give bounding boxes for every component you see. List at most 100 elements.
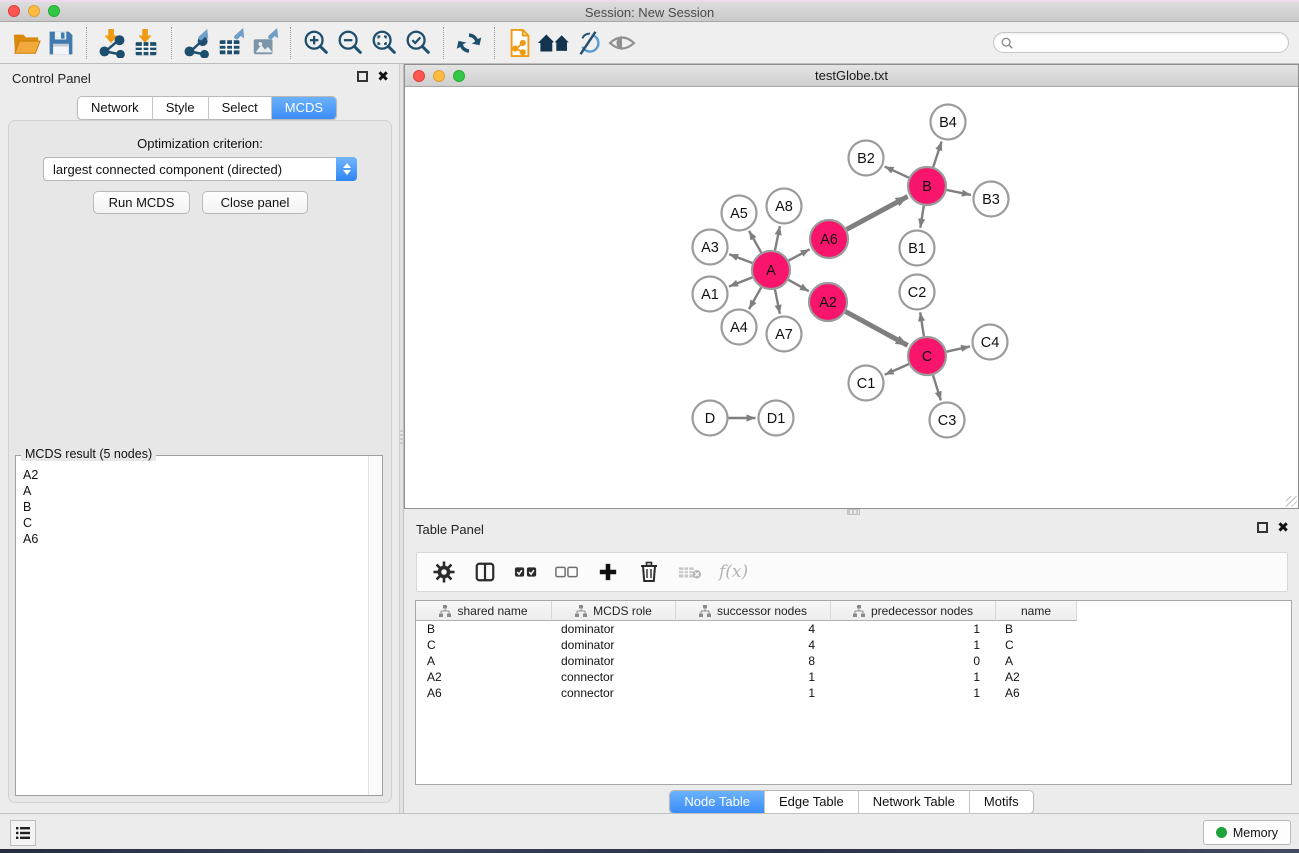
close-panel-button[interactable]: Close panel — [202, 191, 308, 214]
network-canvas[interactable]: B4 B2 B B3 A5 A8A6 A3 B1 A A1 C2 A2 A4 A7 C4 C C1 D D1 C3 — [405, 88, 1298, 508]
list-item[interactable]: C — [16, 515, 368, 531]
network-from-file-button[interactable] — [503, 26, 537, 60]
function-builder-button[interactable]: f(x) — [719, 562, 748, 582]
tab-motifs[interactable]: Motifs — [970, 791, 1033, 813]
column-header-name[interactable]: name — [996, 601, 1077, 621]
graph-edge-A2-C[interactable] — [846, 312, 908, 346]
show-hide-eye-button[interactable] — [605, 26, 639, 60]
graph-edge-A-A6[interactable] — [789, 249, 810, 260]
run-mcds-button[interactable]: Run MCDS — [93, 191, 190, 214]
select-all-button[interactable] — [514, 560, 538, 584]
column-header-predecessor-nodes[interactable]: predecessor nodes — [831, 601, 996, 621]
network-graph[interactable]: B4 B2 B B3 A5 A8A6 A3 B1 A A1 C2 A2 A4 A7 C4 C C1 D D1 C3 — [405, 88, 1298, 509]
search-field[interactable] — [993, 32, 1289, 53]
graph-edge-A-A1[interactable] — [729, 277, 752, 286]
column-header-successor-nodes[interactable]: successor nodes — [676, 601, 831, 621]
graph-node-B1[interactable]: B1 — [900, 231, 935, 266]
column-header-shared-name[interactable]: shared name — [416, 601, 552, 621]
deselect-all-button[interactable] — [555, 560, 579, 584]
mcds-result-list[interactable]: A2ABCA6 — [16, 461, 368, 795]
delete-column-button[interactable] — [637, 560, 661, 584]
window-resize-grip[interactable] — [1286, 496, 1297, 507]
float-panel-icon[interactable] — [1257, 522, 1268, 533]
graph-node-A6[interactable]: A6 — [810, 220, 848, 258]
tab-select[interactable]: Select — [209, 97, 272, 119]
zoom-in-button[interactable] — [299, 26, 333, 60]
table-row[interactable]: Cdominator41C — [416, 637, 1291, 653]
graph-node-B4[interactable]: B4 — [931, 105, 966, 140]
tab-style[interactable]: Style — [153, 97, 209, 119]
list-item[interactable]: A2 — [16, 467, 368, 483]
save-session-button[interactable] — [44, 26, 78, 60]
graph-edge-B-B4[interactable] — [933, 141, 941, 167]
graph-edge-A6-B[interactable] — [847, 196, 908, 229]
graph-edge-C-C4[interactable] — [947, 346, 970, 351]
graph-node-A2[interactable]: A2 — [809, 283, 847, 321]
graph-edge-C-C1[interactable] — [885, 364, 909, 375]
graph-node-A[interactable]: A — [752, 251, 790, 289]
graph-node-C4[interactable]: C4 — [973, 325, 1008, 360]
graph-node-A3[interactable]: A3 — [693, 230, 728, 265]
graph-edge-B-B2[interactable] — [885, 167, 909, 178]
column-header-MCDS-role[interactable]: MCDS role — [552, 601, 676, 621]
import-table-button[interactable] — [129, 26, 163, 60]
task-history-button[interactable] — [10, 820, 36, 846]
tab-network[interactable]: Network — [78, 97, 153, 119]
export-network-button[interactable] — [180, 26, 214, 60]
add-column-button[interactable] — [596, 560, 620, 584]
list-item[interactable]: A — [16, 483, 368, 499]
criterion-dropdown[interactable]: largest connected component (directed) — [43, 157, 357, 181]
graph-node-A7[interactable]: A7 — [767, 317, 802, 352]
graph-edge-B-B3[interactable] — [947, 190, 971, 195]
home-button[interactable] — [537, 26, 571, 60]
tab-edge-table[interactable]: Edge Table — [765, 791, 859, 813]
tab-mcds[interactable]: MCDS — [272, 97, 336, 119]
zoom-out-button[interactable] — [333, 26, 367, 60]
graph-edge-B-B1[interactable] — [920, 206, 924, 228]
graph-edge-A-A5[interactable] — [749, 231, 761, 253]
apply-preferred-layout-button[interactable] — [452, 26, 486, 60]
tab-node-table[interactable]: Node Table — [670, 791, 765, 813]
graph-edge-A-A4[interactable] — [749, 287, 761, 309]
zoom-fit-button[interactable] — [367, 26, 401, 60]
graph-node-C1[interactable]: C1 — [849, 366, 884, 401]
table-row[interactable]: A6connector11A6 — [416, 685, 1291, 701]
graph-node-C3[interactable]: C3 — [930, 403, 965, 438]
mcds-result-scrollbar[interactable] — [368, 456, 382, 795]
table-row[interactable]: Adominator80A — [416, 653, 1291, 669]
import-network-button[interactable] — [95, 26, 129, 60]
graph-node-B2[interactable]: B2 — [849, 141, 884, 176]
graph-node-A8[interactable]: A8 — [767, 189, 802, 224]
table-row[interactable]: Bdominator41B — [416, 621, 1291, 637]
list-item[interactable]: B — [16, 499, 368, 515]
table-row[interactable]: A2connector11A2 — [416, 669, 1291, 685]
export-image-button[interactable] — [248, 26, 282, 60]
memory-button[interactable]: Memory — [1203, 820, 1291, 845]
toggle-graphics-details-button[interactable] — [571, 26, 605, 60]
graph-edge-C-C3[interactable] — [933, 375, 941, 400]
float-panel-icon[interactable] — [357, 71, 368, 82]
tab-network-table[interactable]: Network Table — [859, 791, 970, 813]
graph-edge-A-A3[interactable] — [729, 254, 752, 263]
table-settings-button[interactable] — [432, 560, 456, 584]
graph-node-C2[interactable]: C2 — [900, 275, 935, 310]
search-input[interactable] — [1017, 35, 1288, 51]
delete-table-button[interactable] — [678, 560, 702, 584]
close-panel-icon[interactable]: ✖ — [1277, 522, 1289, 533]
graph-node-A5[interactable]: A5 — [722, 196, 757, 231]
zoom-selected-button[interactable] — [401, 26, 435, 60]
list-item[interactable]: A6 — [16, 531, 368, 547]
graph-edge-A-A8[interactable] — [775, 226, 780, 250]
open-session-button[interactable] — [10, 26, 44, 60]
graph-node-A1[interactable]: A1 — [693, 277, 728, 312]
node-table[interactable]: shared nameMCDS rolesuccessor nodesprede… — [415, 600, 1292, 785]
graph-edge-C-C2[interactable] — [920, 312, 924, 336]
graph-node-C[interactable]: C — [908, 337, 946, 375]
graph-node-B[interactable]: B — [908, 167, 946, 205]
graph-edge-A-A7[interactable] — [775, 290, 780, 314]
graph-node-A4[interactable]: A4 — [722, 310, 757, 345]
graph-node-D[interactable]: D — [693, 401, 728, 436]
export-table-button[interactable] — [214, 26, 248, 60]
graph-node-D1[interactable]: D1 — [759, 401, 794, 436]
graph-node-B3[interactable]: B3 — [974, 182, 1009, 217]
